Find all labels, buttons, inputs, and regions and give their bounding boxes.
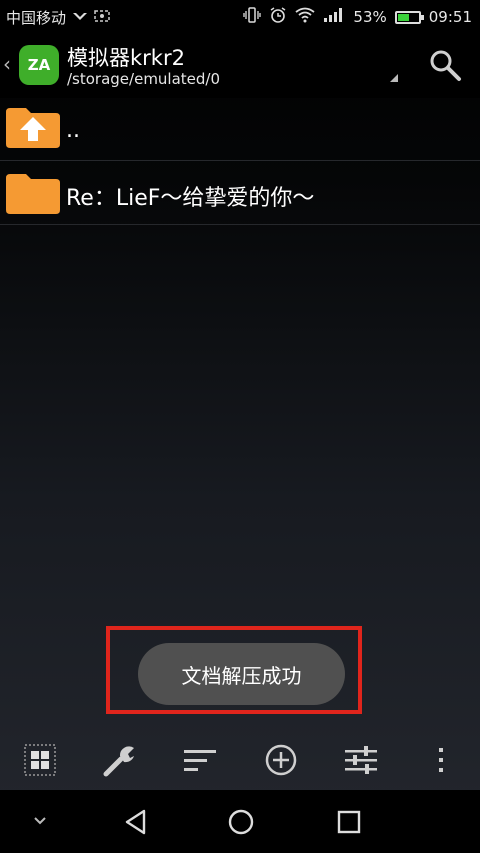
battery-fill (397, 13, 409, 21)
chevron-left-icon[interactable]: ‹ (3, 52, 11, 76)
wrench-icon[interactable] (102, 742, 138, 778)
grid-view-icon[interactable] (22, 742, 58, 778)
signal-strength-icon (323, 7, 345, 27)
status-right: 53% 09:51 (243, 6, 472, 28)
screenshot-icon (94, 9, 110, 27)
add-circle-icon[interactable] (263, 742, 299, 778)
wifi-icon (295, 7, 315, 27)
back-icon[interactable] (122, 808, 150, 840)
status-bar: 中国移动 53% 09:51 (0, 0, 480, 34)
battery-percent: 53% (353, 8, 387, 26)
search-icon[interactable] (428, 48, 462, 82)
bottom-toolbar (0, 728, 480, 788)
list-item-label: Re：LieF～给挚爱的你～ (66, 186, 315, 211)
more-vertical-icon[interactable] (423, 742, 459, 778)
status-left: 中国移动 (6, 7, 110, 28)
system-nav-bar (0, 790, 480, 853)
toast-message: 文档解压成功 (138, 643, 345, 705)
signal-mark-icon (72, 9, 88, 27)
sort-icon[interactable] (182, 742, 218, 778)
folder-up-icon (6, 108, 60, 148)
list-item-folder[interactable]: Re：LieF～给挚爱的你～ (0, 162, 480, 225)
settings-sliders-icon[interactable] (343, 742, 379, 778)
home-icon[interactable] (227, 808, 255, 840)
path-dropdown-icon[interactable] (390, 74, 398, 82)
alarm-icon (269, 6, 287, 28)
app-logo-icon[interactable]: ZA (19, 45, 59, 85)
chevron-down-icon[interactable] (30, 810, 50, 834)
app-logo-text: ZA (27, 56, 51, 74)
carrier-label: 中国移动 (6, 9, 67, 27)
list-item-parent-folder[interactable]: .. (0, 98, 480, 161)
battery-icon (394, 10, 424, 24)
list-item-label: .. (66, 118, 80, 143)
clock: 09:51 (428, 8, 472, 26)
page-title: 模拟器krkr2 (67, 46, 185, 70)
recents-icon[interactable] (335, 808, 363, 840)
current-path[interactable]: /storage/emulated/0 (67, 70, 220, 88)
vibrate-icon (243, 7, 262, 27)
app-header: ‹ ZA 模拟器krkr2 /storage/emulated/0 (0, 34, 480, 98)
folder-icon (6, 174, 60, 214)
